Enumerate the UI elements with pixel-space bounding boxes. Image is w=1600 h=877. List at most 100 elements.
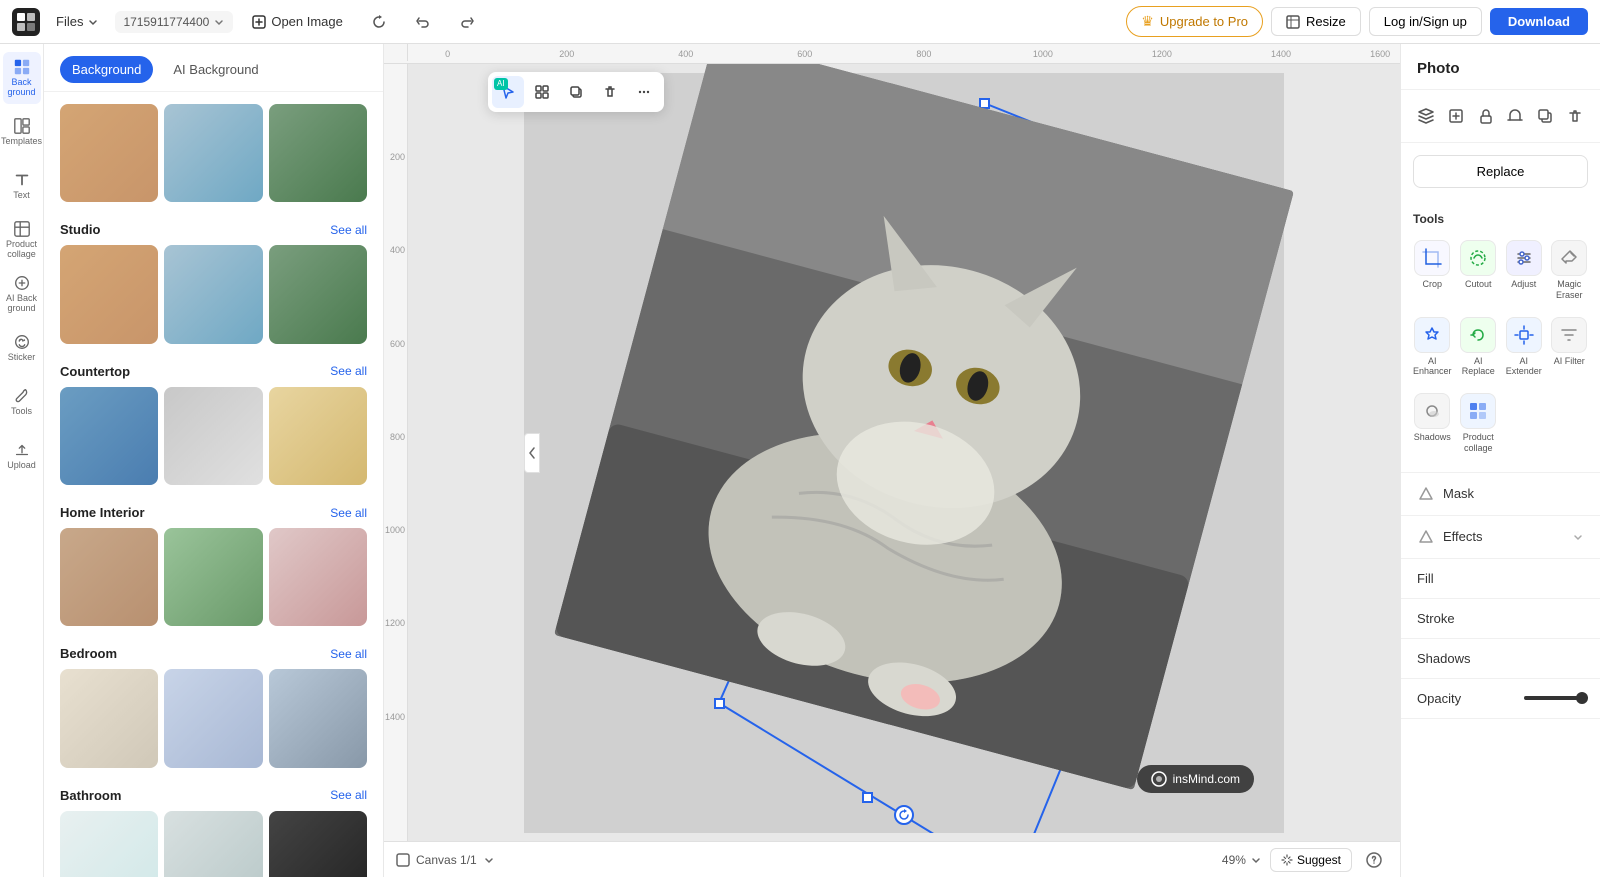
bathroom-header: Bathroom See all — [60, 788, 367, 803]
panel-header: Background AI Background — [44, 44, 383, 92]
tool-ai-extender[interactable]: AI Extender — [1503, 311, 1545, 384]
collapse-left-panel[interactable] — [524, 433, 540, 473]
studio-see-all[interactable]: See all — [330, 223, 367, 237]
bedroom-thumb-3[interactable] — [269, 669, 367, 767]
panel-tabs: Background AI Background — [60, 56, 367, 83]
tool-ai-enhancer[interactable]: AI Enhancer — [1411, 311, 1454, 384]
bg-thumb[interactable] — [60, 104, 158, 202]
bedroom-thumb-1[interactable] — [60, 669, 158, 767]
bedroom-title: Bedroom — [60, 646, 117, 661]
home-interior-thumb-3[interactable] — [269, 528, 367, 626]
photo-icon-lock[interactable] — [1473, 100, 1499, 132]
tool-magic-eraser[interactable]: Magic Eraser — [1549, 234, 1591, 307]
studio-thumb-1[interactable] — [60, 245, 158, 343]
main-layout: Background Templates Text Productcollage… — [0, 44, 1600, 877]
bg-thumb[interactable] — [269, 104, 367, 202]
bedroom-grid — [60, 669, 367, 767]
bedroom-see-all[interactable]: See all — [330, 647, 367, 661]
ruler-mark: 0 — [445, 49, 450, 59]
bg-thumb[interactable] — [164, 104, 262, 202]
tool-crop[interactable]: Crop — [1411, 234, 1454, 307]
home-interior-see-all[interactable]: See all — [330, 506, 367, 520]
files-menu[interactable]: Files — [48, 10, 107, 33]
tool-adjust[interactable]: Adjust — [1503, 234, 1545, 307]
countertop-grid — [60, 387, 367, 485]
sidebar-item-product-collage[interactable]: Productcollage — [3, 214, 41, 266]
sidebar-item-ai-background[interactable]: AI Background — [3, 268, 41, 320]
tab-ai-background[interactable]: AI Background — [161, 56, 270, 83]
bedroom-thumb-2[interactable] — [164, 669, 262, 767]
sidebar-item-text[interactable]: Text — [3, 160, 41, 212]
fill-section[interactable]: Fill — [1401, 559, 1600, 599]
suggest-button[interactable]: Suggest — [1270, 848, 1352, 872]
sidebar-item-tools[interactable]: Tools — [3, 376, 41, 428]
opacity-slider-thumb[interactable] — [1576, 692, 1588, 704]
bathroom-thumb-2[interactable] — [164, 811, 262, 877]
sidebar-item-background[interactable]: Background — [3, 52, 41, 104]
favorites-section — [44, 92, 383, 210]
resize-button[interactable]: Resize — [1271, 7, 1361, 36]
opacity-section[interactable]: Opacity — [1401, 679, 1600, 719]
tool-cutout[interactable]: Cutout — [1458, 234, 1499, 307]
countertop-see-all[interactable]: See all — [330, 364, 367, 378]
sidebar-item-upload[interactable]: Upload — [3, 430, 41, 482]
home-interior-header: Home Interior See all — [60, 505, 367, 520]
tool-product-collage[interactable]: Product collage — [1458, 387, 1499, 460]
photo-icon-transform[interactable] — [1443, 100, 1469, 132]
toolbar-delete-btn[interactable] — [594, 76, 626, 108]
photo-icon-delete[interactable] — [1562, 100, 1588, 132]
shadows-section[interactable]: Shadows — [1401, 639, 1600, 679]
cat-photo[interactable] — [554, 64, 1294, 790]
upgrade-button[interactable]: ♛ Upgrade to Pro — [1126, 6, 1263, 37]
opacity-slider-track[interactable] — [1524, 696, 1584, 700]
ruler-mark: 400 — [678, 49, 693, 59]
mask-section[interactable]: Mask — [1401, 473, 1600, 516]
undo-button[interactable] — [405, 9, 441, 35]
rotation-handle[interactable] — [894, 805, 914, 825]
login-button[interactable]: Log in/Sign up — [1369, 7, 1482, 36]
countertop-thumb-2[interactable] — [164, 387, 262, 485]
tool-ai-replace[interactable]: AI Replace — [1458, 311, 1499, 384]
photo-action-icons — [1401, 90, 1600, 143]
countertop-title: Countertop — [60, 364, 130, 379]
stroke-section[interactable]: Stroke — [1401, 599, 1600, 639]
toolbar-duplicate-btn[interactable] — [560, 76, 592, 108]
filename-display[interactable]: 1715911774400 — [115, 11, 233, 33]
bathroom-thumb-3[interactable] — [269, 811, 367, 877]
ruler-left: 200 400 600 800 1000 1200 1400 — [384, 64, 408, 841]
tool-shadows[interactable]: Shadows — [1411, 387, 1454, 460]
photo-icon-copy[interactable] — [1532, 100, 1558, 132]
home-interior-thumb-1[interactable] — [60, 528, 158, 626]
sidebar-item-templates[interactable]: Templates — [3, 106, 41, 158]
canvas-inner[interactable]: AI — [408, 64, 1400, 841]
photo-icon-layers[interactable] — [1413, 100, 1439, 132]
countertop-thumb-3[interactable] — [269, 387, 367, 485]
sync-button[interactable] — [361, 9, 397, 35]
tab-background[interactable]: Background — [60, 56, 153, 83]
replace-button[interactable]: Replace — [1413, 155, 1588, 188]
help-button[interactable] — [1360, 846, 1388, 874]
studio-thumb-3[interactable] — [269, 245, 367, 343]
countertop-thumb-1[interactable] — [60, 387, 158, 485]
sidebar-item-sticker[interactable]: Sticker — [3, 322, 41, 374]
bathroom-thumb-1[interactable] — [60, 811, 158, 877]
redo-button[interactable] — [449, 9, 485, 35]
tools-grid: Crop Cutout Adjust — [1411, 234, 1590, 460]
bathroom-see-all[interactable]: See all — [330, 788, 367, 802]
favorites-grid — [60, 104, 367, 202]
ruler-mark-v: 200 — [390, 152, 405, 162]
ruler-mark: 1000 — [1033, 49, 1053, 59]
studio-header: Studio See all — [60, 222, 367, 237]
home-interior-thumb-2[interactable] — [164, 528, 262, 626]
toolbar-more-btn[interactable] — [628, 76, 660, 108]
effects-section[interactable]: Effects — [1401, 516, 1600, 559]
download-button[interactable]: Download — [1490, 8, 1588, 35]
ruler-mark-v: 400 — [390, 245, 405, 255]
tool-ai-filter[interactable]: AI Filter — [1549, 311, 1591, 384]
photo-icon-style[interactable] — [1502, 100, 1528, 132]
studio-thumb-2[interactable] — [164, 245, 262, 343]
ruler-mark-v: 1200 — [385, 618, 405, 628]
cat-svg — [554, 64, 1294, 790]
open-image-button[interactable]: Open Image — [241, 9, 353, 35]
toolbar-replace-btn[interactable] — [526, 76, 558, 108]
